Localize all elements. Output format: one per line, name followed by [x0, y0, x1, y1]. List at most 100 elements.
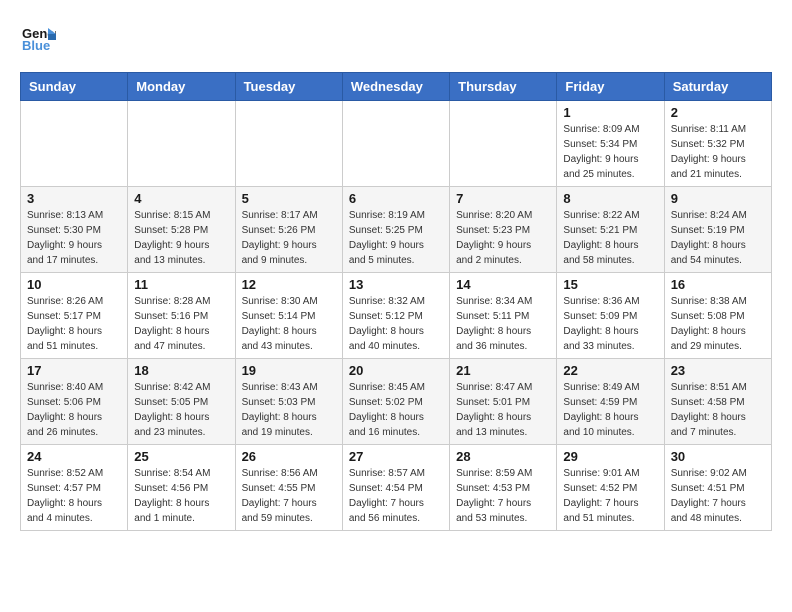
logo: General Blue [20, 20, 60, 56]
calendar-cell: 20 Sunrise: 8:45 AM Sunset: 5:02 PM Dayli… [342, 359, 449, 445]
page-container: General Blue SundayMondayTuesdayWednesda… [0, 0, 792, 551]
weekday-header-monday: Monday [128, 73, 235, 101]
day-number: 12 [242, 277, 336, 292]
svg-text:Blue: Blue [22, 38, 50, 53]
day-info: Sunrise: 8:38 AM Sunset: 5:08 PM Dayligh… [671, 294, 765, 354]
day-number: 16 [671, 277, 765, 292]
day-info: Sunrise: 8:11 AM Sunset: 5:32 PM Dayligh… [671, 122, 765, 182]
calendar-cell: 24 Sunrise: 8:52 AM Sunset: 4:57 PM Dayli… [21, 445, 128, 531]
day-info: Sunrise: 8:43 AM Sunset: 5:03 PM Dayligh… [242, 380, 336, 440]
calendar-cell [128, 101, 235, 187]
day-info: Sunrise: 8:49 AM Sunset: 4:59 PM Dayligh… [563, 380, 657, 440]
day-number: 21 [456, 363, 550, 378]
calendar-cell: 18 Sunrise: 8:42 AM Sunset: 5:05 PM Dayli… [128, 359, 235, 445]
day-number: 29 [563, 449, 657, 464]
calendar-cell: 30 Sunrise: 9:02 AM Sunset: 4:51 PM Dayli… [664, 445, 771, 531]
calendar-cell: 12 Sunrise: 8:30 AM Sunset: 5:14 PM Dayli… [235, 273, 342, 359]
calendar-cell: 23Sunrise: 8:51 AM Sunset: 4:58 PM Dayli… [664, 359, 771, 445]
calendar-cell: 11 Sunrise: 8:28 AM Sunset: 5:16 PM Dayli… [128, 273, 235, 359]
calendar-cell: 13 Sunrise: 8:32 AM Sunset: 5:12 PM Dayli… [342, 273, 449, 359]
calendar-cell: 9 Sunrise: 8:24 AM Sunset: 5:19 PM Daylig… [664, 187, 771, 273]
day-number: 22 [563, 363, 657, 378]
day-number: 30 [671, 449, 765, 464]
day-info: Sunrise: 8:26 AM Sunset: 5:17 PM Dayligh… [27, 294, 121, 354]
calendar-cell: 15 Sunrise: 8:36 AM Sunset: 5:09 PM Dayli… [557, 273, 664, 359]
day-info: Sunrise: 8:30 AM Sunset: 5:14 PM Dayligh… [242, 294, 336, 354]
day-number: 3 [27, 191, 121, 206]
day-info: Sunrise: 8:40 AM Sunset: 5:06 PM Dayligh… [27, 380, 121, 440]
calendar-cell [235, 101, 342, 187]
day-info: Sunrise: 8:56 AM Sunset: 4:55 PM Dayligh… [242, 466, 336, 526]
day-info: Sunrise: 8:15 AM Sunset: 5:28 PM Dayligh… [134, 208, 228, 268]
day-number: 24 [27, 449, 121, 464]
day-number: 8 [563, 191, 657, 206]
day-number: 19 [242, 363, 336, 378]
day-number: 7 [456, 191, 550, 206]
calendar-week-3: 10 Sunrise: 8:26 AM Sunset: 5:17 PM Dayli… [21, 273, 772, 359]
calendar-cell: 6 Sunrise: 8:19 AM Sunset: 5:25 PM Daylig… [342, 187, 449, 273]
header: General Blue [20, 20, 772, 56]
day-info: Sunrise: 8:24 AM Sunset: 5:19 PM Dayligh… [671, 208, 765, 268]
day-number: 13 [349, 277, 443, 292]
weekday-header-thursday: Thursday [450, 73, 557, 101]
day-number: 26 [242, 449, 336, 464]
calendar-cell: 27 Sunrise: 8:57 AM Sunset: 4:54 PM Dayli… [342, 445, 449, 531]
day-info: Sunrise: 8:28 AM Sunset: 5:16 PM Dayligh… [134, 294, 228, 354]
day-info: Sunrise: 8:34 AM Sunset: 5:11 PM Dayligh… [456, 294, 550, 354]
calendar-cell: 16 Sunrise: 8:38 AM Sunset: 5:08 PM Dayli… [664, 273, 771, 359]
day-info: Sunrise: 8:09 AM Sunset: 5:34 PM Dayligh… [563, 122, 657, 182]
calendar-cell: 22 Sunrise: 8:49 AM Sunset: 4:59 PM Dayli… [557, 359, 664, 445]
day-info: Sunrise: 8:42 AM Sunset: 5:05 PM Dayligh… [134, 380, 228, 440]
calendar-cell: 28Sunrise: 8:59 AM Sunset: 4:53 PM Dayli… [450, 445, 557, 531]
day-number: 17 [27, 363, 121, 378]
day-info: Sunrise: 8:51 AM Sunset: 4:58 PM Dayligh… [671, 380, 765, 440]
calendar-week-4: 17 Sunrise: 8:40 AM Sunset: 5:06 PM Dayli… [21, 359, 772, 445]
day-info: Sunrise: 8:19 AM Sunset: 5:25 PM Dayligh… [349, 208, 443, 268]
day-number: 18 [134, 363, 228, 378]
weekday-header-row: SundayMondayTuesdayWednesdayThursdayFrid… [21, 73, 772, 101]
calendar-week-1: 1 Sunrise: 8:09 AM Sunset: 5:34 PM Daylig… [21, 101, 772, 187]
day-info: Sunrise: 9:02 AM Sunset: 4:51 PM Dayligh… [671, 466, 765, 526]
weekday-header-friday: Friday [557, 73, 664, 101]
day-number: 11 [134, 277, 228, 292]
day-number: 25 [134, 449, 228, 464]
day-number: 20 [349, 363, 443, 378]
day-info: Sunrise: 8:22 AM Sunset: 5:21 PM Dayligh… [563, 208, 657, 268]
day-info: Sunrise: 8:32 AM Sunset: 5:12 PM Dayligh… [349, 294, 443, 354]
day-number: 27 [349, 449, 443, 464]
day-info: Sunrise: 8:45 AM Sunset: 5:02 PM Dayligh… [349, 380, 443, 440]
logo-icon: General Blue [20, 20, 56, 56]
day-number: 9 [671, 191, 765, 206]
day-number: 6 [349, 191, 443, 206]
calendar-cell: 19 Sunrise: 8:43 AM Sunset: 5:03 PM Dayli… [235, 359, 342, 445]
day-number: 5 [242, 191, 336, 206]
calendar-cell: 29 Sunrise: 9:01 AM Sunset: 4:52 PM Dayli… [557, 445, 664, 531]
day-info: Sunrise: 8:36 AM Sunset: 5:09 PM Dayligh… [563, 294, 657, 354]
calendar-table: SundayMondayTuesdayWednesdayThursdayFrid… [20, 72, 772, 531]
day-info: Sunrise: 8:57 AM Sunset: 4:54 PM Dayligh… [349, 466, 443, 526]
calendar-cell: 25Sunrise: 8:54 AM Sunset: 4:56 PM Dayli… [128, 445, 235, 531]
day-number: 10 [27, 277, 121, 292]
calendar-cell: 4Sunrise: 8:15 AM Sunset: 5:28 PM Daylig… [128, 187, 235, 273]
day-number: 14 [456, 277, 550, 292]
day-info: Sunrise: 8:59 AM Sunset: 4:53 PM Dayligh… [456, 466, 550, 526]
calendar-cell [21, 101, 128, 187]
day-info: Sunrise: 9:01 AM Sunset: 4:52 PM Dayligh… [563, 466, 657, 526]
calendar-week-2: 3Sunrise: 8:13 AM Sunset: 5:30 PM Daylig… [21, 187, 772, 273]
calendar-cell: 8 Sunrise: 8:22 AM Sunset: 5:21 PM Daylig… [557, 187, 664, 273]
calendar-cell: 5 Sunrise: 8:17 AM Sunset: 5:26 PM Daylig… [235, 187, 342, 273]
weekday-header-tuesday: Tuesday [235, 73, 342, 101]
calendar-cell: 1 Sunrise: 8:09 AM Sunset: 5:34 PM Daylig… [557, 101, 664, 187]
day-number: 15 [563, 277, 657, 292]
day-number: 2 [671, 105, 765, 120]
day-info: Sunrise: 8:20 AM Sunset: 5:23 PM Dayligh… [456, 208, 550, 268]
day-info: Sunrise: 8:52 AM Sunset: 4:57 PM Dayligh… [27, 466, 121, 526]
calendar-cell [450, 101, 557, 187]
weekday-header-saturday: Saturday [664, 73, 771, 101]
calendar-cell: 3Sunrise: 8:13 AM Sunset: 5:30 PM Daylig… [21, 187, 128, 273]
day-number: 1 [563, 105, 657, 120]
calendar-cell: 10 Sunrise: 8:26 AM Sunset: 5:17 PM Dayli… [21, 273, 128, 359]
day-info: Sunrise: 8:17 AM Sunset: 5:26 PM Dayligh… [242, 208, 336, 268]
calendar-cell: 14 Sunrise: 8:34 AM Sunset: 5:11 PM Dayli… [450, 273, 557, 359]
calendar-cell: 7 Sunrise: 8:20 AM Sunset: 5:23 PM Daylig… [450, 187, 557, 273]
